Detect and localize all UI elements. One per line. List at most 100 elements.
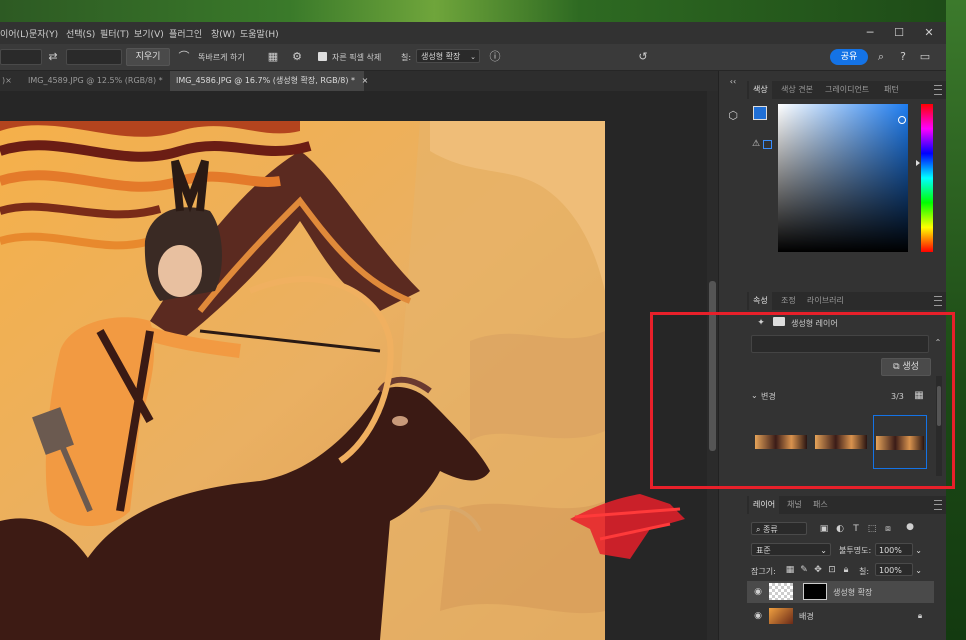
filter-type-icon[interactable]: T [851,522,861,536]
blend-mode-value: 표준 [756,546,771,555]
lock-position-icon[interactable]: ✥ [813,563,823,577]
info-icon[interactable]: ⓘ [488,50,502,64]
share-button[interactable]: 공유 [830,49,868,65]
delete-cropped-checkbox[interactable] [318,52,327,61]
close-window-icon[interactable]: ✕ [915,24,943,42]
fill-label: 칠: [859,567,870,576]
opacity-field[interactable]: 100% ⌄ [875,543,922,556]
layer-mask-thumbnail [803,583,827,600]
visibility-eye-icon[interactable]: ◉ [753,585,763,599]
filter-toggle-icon[interactable]: ● [905,520,915,534]
lock-image-icon[interactable]: ✎ [799,563,809,577]
workspace-icon[interactable]: ▭ [918,50,932,64]
properties-panel-tabs: 속성 조정 라이브러리 [747,292,946,310]
collapse-icon[interactable]: ‹‹ [726,75,740,89]
menu-view[interactable]: 보기(V) [134,27,164,40]
tab-channels[interactable]: 채널 [783,496,806,514]
tab-patterns[interactable]: 패턴 [880,81,903,99]
filter-smart-object-icon[interactable]: ⧈ [883,522,893,536]
fill-value: 100% [879,566,902,575]
warning-icon: ⚠ [751,139,761,149]
options-bar: ⇄ 지우기 ⌒ 똑바르게 하기 ▦ ⚙ 자른 픽셀 삭제 칠: 생성형 확장 ⌄ … [0,44,946,71]
grid-overlay-icon[interactable]: ▦ [266,50,280,64]
clear-button[interactable]: 지우기 [126,48,170,66]
filter-shape-icon[interactable]: ⬚ [867,522,877,536]
tab-layers[interactable]: 레이어 [749,496,780,514]
height-field[interactable] [66,49,122,65]
layer-row-generative-expand[interactable]: ◉ 생성형 확장 [747,581,934,603]
tab-img-4589[interactable]: IMG_4589.JPG @ 12.5% (RGB/8) * × [22,71,176,91]
layer-name[interactable]: 생성형 확장 [833,587,872,598]
layer-filter-value: 종류 [763,525,778,534]
tab-libraries[interactable]: 라이브러리 [803,292,848,310]
panel-menu-icon[interactable] [934,296,942,306]
chevron-down-icon: ⌄ [915,546,922,555]
lock-icon: 🔒︎ [917,611,923,620]
menu-select[interactable]: 선택(S) [66,27,95,40]
fill-select[interactable]: 생성형 확장 ⌄ [416,49,480,63]
tab-gradients[interactable]: 그레이디언트 [821,81,873,99]
hue-slider-marker[interactable] [916,160,920,166]
tab-img-4586[interactable]: IMG_4586.JPG @ 16.7% (생성형 확장, RGB/8) * × [170,71,368,91]
layer-thumbnail [769,583,793,600]
foreground-swatch[interactable] [753,106,767,120]
fill-field[interactable]: 100% ⌄ [875,563,922,576]
annotation-highlight-box [650,312,955,489]
chevron-down-icon: ⌄ [820,546,827,555]
help-icon[interactable]: ? [896,50,910,64]
picker-cursor[interactable] [898,116,906,124]
filter-adjustment-icon[interactable]: ◐ [835,522,845,536]
tab-label: IMG_4586.JPG @ 16.7% (생성형 확장, RGB/8) * [176,76,356,85]
straighten-icon[interactable]: ⌒ [176,50,192,64]
minimize-icon[interactable]: ─ [856,24,884,42]
opacity-value: 100% [879,546,902,555]
lock-transparent-icon[interactable]: ▦ [785,563,795,577]
close-icon[interactable]: × [362,76,369,85]
reset-icon[interactable]: ↺ [636,50,650,64]
filter-pixel-icon[interactable]: ▣ [819,522,829,536]
blend-mode-select[interactable]: 표준 ⌄ [751,543,831,556]
settings-gear-icon[interactable]: ⚙ [290,50,304,64]
maximize-icon[interactable]: ☐ [885,24,913,42]
visibility-eye-icon[interactable]: ◉ [753,609,763,623]
chevron-down-icon: ⌄ [915,566,922,575]
straighten-label[interactable]: 똑바르게 하기 [198,52,245,63]
menu-filter[interactable]: 필터(T) [100,27,129,40]
panel-menu-icon[interactable] [934,85,942,95]
tab-swatches[interactable]: 색상 견본 [777,81,817,99]
3d-cube-icon[interactable]: ⬡ [726,109,740,123]
menu-window[interactable]: 창(W) [211,27,235,40]
tab-properties[interactable]: 속성 [749,292,772,310]
layer-thumbnail [769,608,793,624]
width-field[interactable] [0,49,42,65]
color-picker-field[interactable] [778,104,908,252]
color-panel-tabs: 색상 색상 견본 그레이디언트 패턴 [747,81,946,99]
tab-color[interactable]: 색상 [749,81,772,99]
layer-filter-select[interactable]: ⌕ 종류 [751,522,807,535]
document-tabs: )× IMG_4589.JPG @ 12.5% (RGB/8) * × IMG_… [0,71,720,91]
layers-panel-tabs: 레이어 채널 패스 [747,496,946,514]
lock-all-icon[interactable]: 🔒︎ [841,563,851,577]
tab-paths[interactable]: 패스 [809,496,832,514]
layer-name[interactable]: 배경 [799,611,814,622]
panel-menu-icon[interactable] [934,500,942,510]
menu-type[interactable]: 문자(Y) [29,27,58,40]
menu-layer[interactable]: 이어(L) [0,27,29,40]
tab-previous[interactable]: )× [0,71,16,91]
menu-help[interactable]: 도움말(H) [240,27,279,40]
swap-icon[interactable]: ⇄ [46,50,60,64]
menu-plugins[interactable]: 플러그인 [169,27,202,40]
canvas-area[interactable] [0,91,707,640]
menu-bar: 이어(L) 문자(Y) 선택(S) 필터(T) 보기(V) 플러그인 창(W) … [0,22,946,44]
layer-row-background[interactable]: ◉ 배경 🔒︎ [747,605,934,627]
fill-select-value: 생성형 확장 [421,52,461,61]
hue-slider[interactable] [916,104,933,252]
delete-cropped-label: 자른 픽셀 삭제 [332,53,382,62]
tab-adjustments[interactable]: 조정 [777,292,800,310]
chevron-down-icon: ⌄ [470,53,476,61]
opacity-label: 불투명도: [839,546,872,555]
search-icon[interactable]: ⌕ [874,50,888,64]
lock-artboard-icon[interactable]: ⊡ [827,563,837,577]
websafe-swatch[interactable] [763,140,772,149]
tab-label: IMG_4589.JPG @ 12.5% (RGB/8) * [28,76,163,85]
